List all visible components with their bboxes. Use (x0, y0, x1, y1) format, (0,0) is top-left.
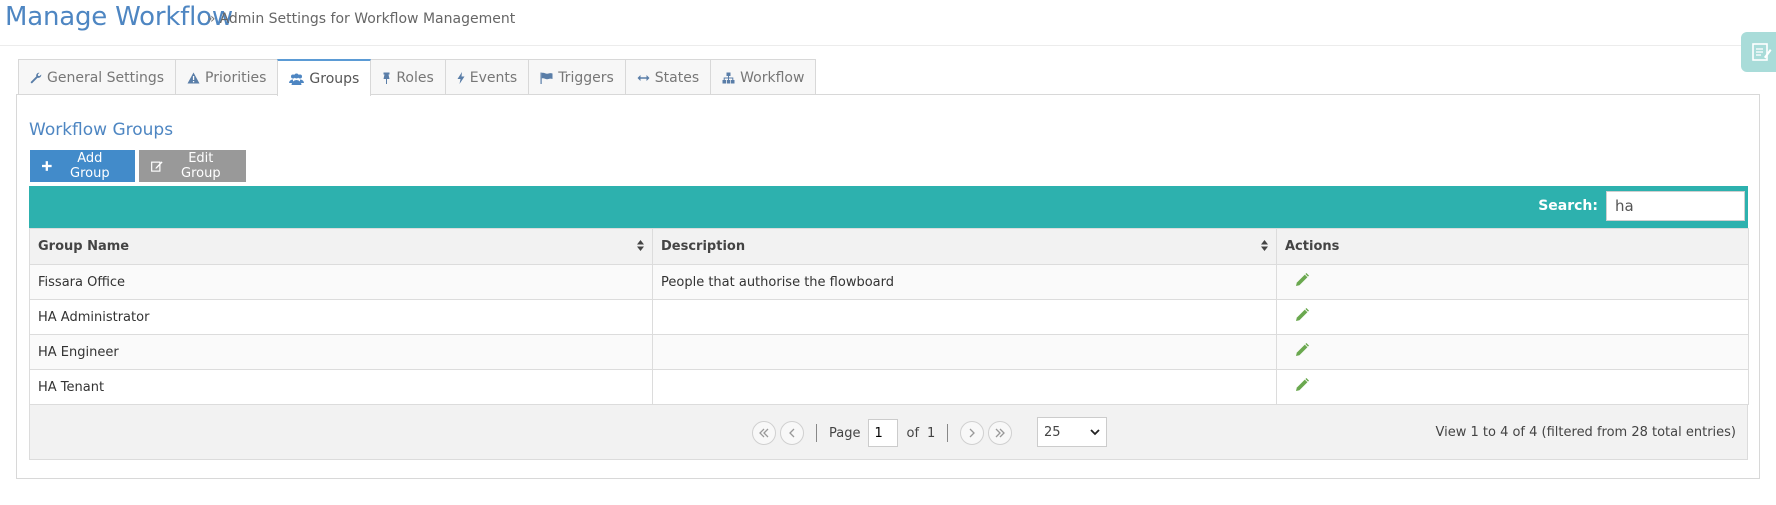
pager: Page of 1 (752, 419, 1013, 447)
tab-states[interactable]: States (624, 59, 712, 95)
pencil-icon[interactable] (1295, 273, 1309, 287)
next-page-button[interactable] (960, 421, 985, 445)
table-row[interactable]: HA Tenant (29, 369, 1749, 405)
add-group-button[interactable]: Add Group (30, 150, 135, 182)
users-icon (289, 73, 305, 85)
page-header: Manage Workflow » Admin Settings for Work… (0, 0, 1776, 46)
flag-icon (540, 72, 553, 84)
column-label: Actions (1285, 239, 1340, 254)
column-header-actions: Actions (1276, 228, 1749, 265)
section-title: Workflow Groups (29, 120, 174, 140)
description-cell (652, 369, 1277, 405)
groups-panel: Workflow Groups Add Group Edit Group Sea… (16, 94, 1760, 479)
page-size-select[interactable]: 25 (1037, 417, 1107, 447)
tab-label: Events (469, 69, 518, 86)
groups-grid: Search: Group Name Description Actions (29, 186, 1749, 460)
pencil-icon[interactable] (1295, 378, 1309, 392)
arrows-h-icon (637, 74, 650, 81)
pager-divider (816, 424, 817, 442)
column-label: Description (661, 239, 746, 254)
pin-icon (383, 72, 390, 84)
page-size-value: 25 (1044, 424, 1061, 440)
sort-icon (637, 240, 644, 251)
actions-cell (1276, 264, 1749, 300)
group-name-cell: Fissara Office (29, 264, 653, 300)
tab-triggers[interactable]: Triggers (528, 59, 626, 95)
column-header-group-name[interactable]: Group Name (29, 228, 653, 265)
add-group-label: Add Group (70, 151, 110, 181)
sitemap-icon (722, 72, 735, 83)
bolt-icon (457, 71, 465, 84)
tab-general-settings[interactable]: General Settings (18, 59, 177, 95)
chevron-right-icon (969, 428, 976, 438)
grid-toolbar: Search: (29, 186, 1748, 228)
search-input[interactable] (1606, 191, 1745, 221)
tab-groups[interactable]: Groups (277, 59, 372, 96)
settings-tabs: General Settings Priorities Groups Roles… (18, 59, 817, 96)
page-subtitle: » Admin Settings for Workflow Management (207, 11, 515, 27)
tab-priorities[interactable]: Priorities (175, 59, 279, 95)
description-cell: People that authorise the flowboard (652, 264, 1277, 300)
edit-group-button[interactable]: Edit Group (139, 150, 246, 182)
description-cell (652, 334, 1277, 370)
tab-label: Workflow (740, 69, 805, 86)
description-cell (652, 299, 1277, 335)
column-header-description[interactable]: Description (652, 228, 1277, 265)
subtitle-separator: » (207, 11, 216, 27)
chevron-left-icon (789, 428, 795, 438)
notepad-icon (1752, 43, 1772, 61)
grid-footer: Page of 1 25 View 1 to 4 of 4 (filtered … (29, 405, 1748, 460)
chevron-down-icon (1090, 428, 1100, 435)
notes-widget-button[interactable] (1741, 32, 1776, 72)
table-header-row: Group Name Description Actions (29, 228, 1749, 265)
group-name-cell: HA Tenant (29, 369, 653, 405)
table-row[interactable]: HA Engineer (29, 334, 1749, 370)
tab-label: Groups (309, 70, 360, 87)
tab-roles[interactable]: Roles (370, 59, 446, 95)
first-page-button[interactable] (752, 421, 776, 445)
group-name-cell: HA Administrator (29, 299, 653, 335)
group-name-cell: HA Engineer (29, 334, 653, 370)
actions-cell (1276, 369, 1749, 405)
pager-divider (947, 424, 949, 442)
column-label: Group Name (38, 239, 130, 254)
plus-icon (42, 161, 52, 171)
tab-events[interactable]: Events (444, 59, 530, 95)
pencil-icon[interactable] (1295, 343, 1309, 357)
of-label: of (906, 425, 920, 441)
pencil-icon[interactable] (1295, 308, 1309, 322)
tab-label: Roles (396, 69, 434, 86)
actions-cell (1276, 334, 1749, 370)
double-chevron-right-icon (995, 428, 1006, 438)
tab-label: States (654, 69, 700, 86)
tab-label: General Settings (47, 69, 165, 86)
double-chevron-left-icon (759, 428, 769, 438)
sort-icon (1261, 240, 1268, 251)
table-row[interactable]: Fissara Office People that authorise the… (29, 264, 1749, 300)
wrench-icon (30, 72, 42, 83)
tab-label: Priorities (205, 69, 267, 86)
total-pages: 1 (927, 425, 936, 441)
actions-cell (1276, 299, 1749, 335)
subtitle-text: Admin Settings for Workflow Management (219, 11, 516, 27)
prev-page-button[interactable] (780, 421, 804, 445)
tab-workflow[interactable]: Workflow (710, 59, 817, 95)
edit-icon (151, 161, 163, 172)
page-label: Page (829, 425, 861, 441)
search-label: Search: (1538, 198, 1598, 214)
edit-group-label: Edit Group (181, 151, 221, 181)
view-info: View 1 to 4 of 4 (filtered from 28 total… (1435, 425, 1737, 440)
last-page-button[interactable] (988, 421, 1013, 445)
warning-icon (187, 72, 200, 83)
table-row[interactable]: HA Administrator (29, 299, 1749, 335)
groups-table: Group Name Description Actions Fissara O… (29, 228, 1749, 405)
page-title: Manage Workflow (5, 2, 233, 32)
tab-label: Triggers (558, 69, 614, 86)
page-number-input[interactable] (868, 419, 899, 447)
